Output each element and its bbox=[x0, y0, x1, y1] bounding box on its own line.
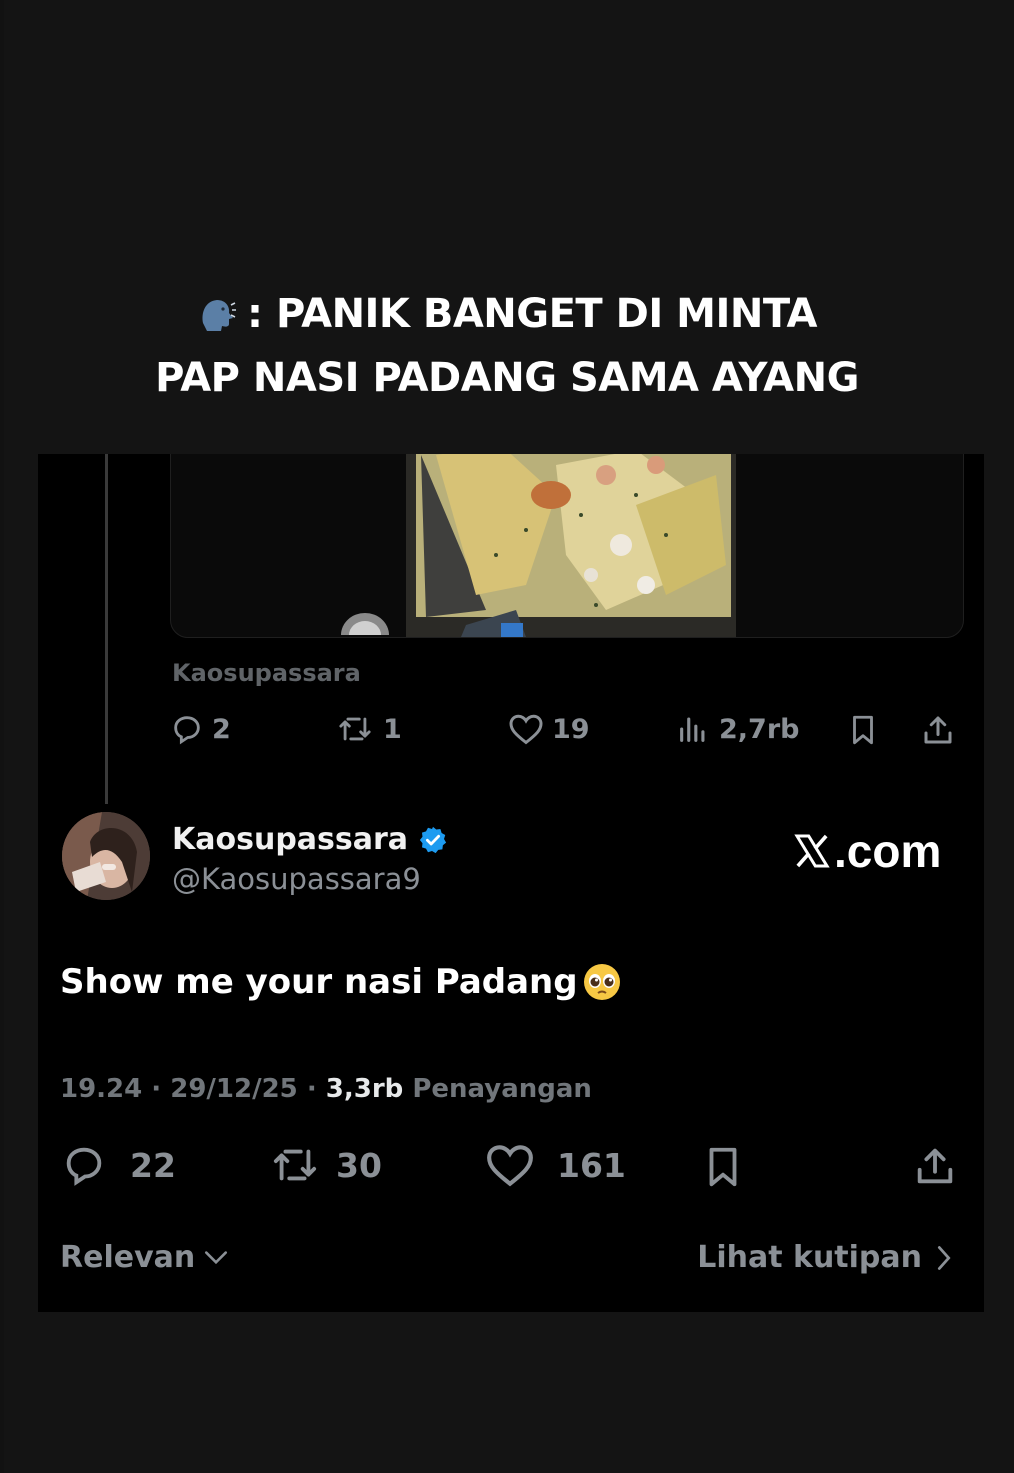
quoted-author-avatar bbox=[341, 613, 389, 635]
reply-icon bbox=[66, 1147, 102, 1186]
tweet-meta: 19.24 · 29/12/25 · 3,3rb Penayangan bbox=[60, 1074, 592, 1104]
caption-text-1: : PANIK BANGET DI MINTA bbox=[247, 291, 817, 337]
pleading-face-emoji bbox=[583, 964, 620, 1000]
heart-icon bbox=[509, 714, 543, 745]
caption-line-1: : PANIK BANGET DI MINTA bbox=[0, 282, 1014, 346]
tweet-view-label: Penayangan bbox=[412, 1074, 592, 1104]
quoted-action-bar: 2 1 19 2,7rb bbox=[170, 712, 970, 762]
quoted-view-count: 2,7rb bbox=[719, 713, 800, 745]
tweet-time[interactable]: 19.24 bbox=[60, 1074, 142, 1104]
caption-line-2: PAP NASI PADANG SAMA AYANG bbox=[155, 355, 859, 401]
quoted-repost-button[interactable]: 1 bbox=[335, 712, 402, 746]
chevron-right-icon bbox=[937, 1245, 951, 1270]
reply-count: 22 bbox=[130, 1145, 176, 1185]
tweet-date[interactable]: 29/12/25 bbox=[170, 1074, 298, 1104]
repost-icon bbox=[339, 717, 371, 741]
x-watermark: .com bbox=[792, 824, 941, 878]
quoted-share-button[interactable] bbox=[920, 712, 956, 748]
tweet-action-bar: 22 30 161 bbox=[60, 1142, 960, 1192]
overlay-caption: : PANIK BANGET DI MINTA PAP NASI PADANG … bbox=[0, 282, 1014, 410]
tweet-body: Show me your nasi Padang bbox=[60, 962, 578, 1002]
speaking-head-emoji bbox=[202, 300, 237, 331]
tweet-card: Kaosupassara 2 1 19 2,7rb Kaosupassara @… bbox=[38, 454, 984, 1312]
bookmark-icon bbox=[853, 715, 873, 745]
chevron-down-icon bbox=[205, 1250, 228, 1264]
author-display-name: Kaosupassara bbox=[172, 822, 409, 857]
repost-button[interactable]: 30 bbox=[268, 1142, 382, 1188]
views-icon bbox=[680, 717, 705, 742]
author-avatar[interactable] bbox=[62, 812, 150, 900]
x-logo-icon bbox=[794, 834, 830, 868]
avatar-photo bbox=[62, 812, 150, 900]
food-photo bbox=[406, 454, 736, 637]
share-icon bbox=[924, 716, 952, 744]
like-button[interactable]: 161 bbox=[485, 1142, 626, 1188]
quoted-like-count: 19 bbox=[552, 713, 590, 745]
quoted-like-button[interactable]: 19 bbox=[508, 712, 590, 746]
x-watermark-text: .com bbox=[834, 825, 942, 877]
bookmark-button[interactable] bbox=[700, 1142, 746, 1192]
author-name[interactable]: Kaosupassara bbox=[172, 822, 448, 857]
tweet-view-count: 3,3rb bbox=[325, 1074, 404, 1104]
quoted-media[interactable] bbox=[170, 454, 964, 638]
quoted-author-name[interactable]: Kaosupassara bbox=[172, 659, 361, 687]
sort-label: Relevan bbox=[60, 1240, 196, 1275]
bookmark-icon bbox=[709, 1147, 737, 1187]
share-button[interactable] bbox=[912, 1142, 958, 1190]
like-count: 161 bbox=[557, 1145, 626, 1185]
quoted-bookmark-button[interactable] bbox=[846, 712, 880, 748]
sort-dropdown[interactable]: Relevan bbox=[60, 1240, 229, 1275]
heart-icon bbox=[487, 1145, 533, 1187]
verified-badge-icon bbox=[419, 826, 447, 853]
repost-icon bbox=[273, 1149, 317, 1181]
reply-icon bbox=[174, 716, 200, 745]
quoted-views-button[interactable]: 2,7rb bbox=[675, 712, 799, 746]
quoted-repost-count: 1 bbox=[383, 713, 402, 745]
quoted-reply-button[interactable]: 2 bbox=[170, 712, 231, 746]
thread-line bbox=[105, 454, 108, 804]
view-quotes-label: Lihat kutipan bbox=[697, 1240, 922, 1275]
quoted-reply-count: 2 bbox=[212, 713, 231, 745]
share-icon bbox=[917, 1148, 953, 1184]
reply-button[interactable]: 22 bbox=[60, 1142, 176, 1188]
repost-count: 30 bbox=[336, 1145, 382, 1185]
tweet-text: Show me your nasi Padang bbox=[60, 962, 622, 1002]
view-quotes-link[interactable]: Lihat kutipan bbox=[697, 1240, 952, 1275]
author-handle[interactable]: @Kaosupassara9 bbox=[172, 862, 421, 896]
